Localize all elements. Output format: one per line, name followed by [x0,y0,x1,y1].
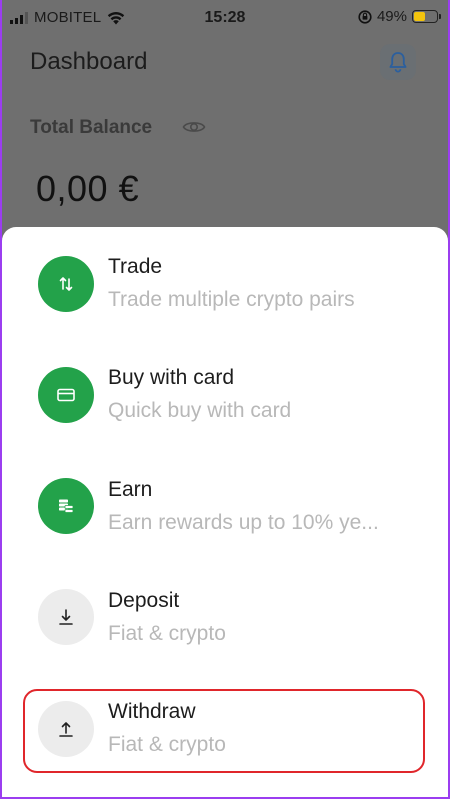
sheet-item-title: Buy with card [108,366,235,389]
rotation-lock-icon [358,9,372,24]
status-bar: MOBITEL 15:28 49% [2,0,448,36]
card-icon [57,388,75,402]
bell-icon [389,52,407,73]
deposit-icon-circle [38,589,94,645]
card-icon-circle [38,367,94,423]
page-title: Dashboard [30,48,148,75]
earn-icon-circle [38,478,94,534]
sheet-item-earn[interactable]: Earn Earn rewards up to 10% ye... [2,450,448,560]
sheet-item-subtitle: Trade multiple crypto pairs [108,288,355,311]
sheet-item-buy-with-card[interactable]: Buy with card Quick buy with card [2,338,448,448]
total-balance-label: Total Balance [30,117,153,138]
action-sheet: Trade Trade multiple crypto pairs Buy wi… [2,227,448,797]
sheet-item-deposit[interactable]: Deposit Fiat & crypto [2,561,448,671]
sheet-item-subtitle: Fiat & crypto [108,622,226,645]
phone-screen: MOBITEL 15:28 49% Dashboard Total Balanc… [2,0,448,797]
sheet-item-trade[interactable]: Trade Trade multiple crypto pairs [2,227,448,337]
eye-icon[interactable] [182,119,206,135]
coins-icon [59,499,74,513]
swap-arrows-icon [59,277,73,291]
sheet-item-subtitle: Earn rewards up to 10% ye... [108,511,379,534]
sheet-item-subtitle: Quick buy with card [108,399,292,422]
battery-percent: 49% [376,8,407,25]
sheet-item-title: Earn [108,478,153,501]
balance-amount: 0,00 € [36,168,140,209]
trade-icon-circle [38,256,94,312]
withdraw-highlight-box [23,689,425,773]
status-right: 49% [358,8,441,25]
sheet-item-title: Deposit [108,589,180,612]
battery-icon [412,10,441,23]
sheet-item-title: Trade [108,255,163,278]
notifications-button[interactable] [380,44,416,80]
arrow-down-icon [59,609,73,625]
